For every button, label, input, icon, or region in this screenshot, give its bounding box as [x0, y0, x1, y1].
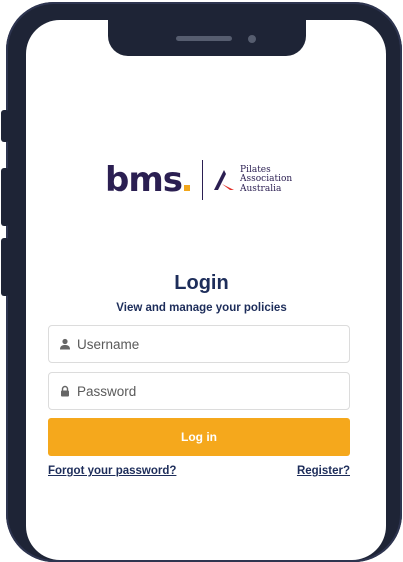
phone-side-button: [1, 168, 9, 226]
username-input[interactable]: [77, 336, 327, 352]
speaker-grille: [176, 36, 232, 41]
page-subtitle: View and manage your policies: [116, 302, 287, 314]
logo-divider: [202, 160, 204, 200]
brand-logos: bms Pilates Association Australia: [105, 158, 292, 202]
username-field[interactable]: [48, 325, 350, 363]
page-title: Login: [174, 272, 229, 294]
password-field[interactable]: [48, 372, 350, 410]
password-input[interactable]: [77, 383, 327, 399]
login-button[interactable]: Log in: [48, 418, 350, 456]
lock-icon: [61, 385, 69, 397]
forgot-password-link[interactable]: Forgot your password?: [48, 465, 176, 477]
pilates-association-icon: [214, 170, 235, 190]
phone-side-button: [1, 110, 9, 142]
front-camera: [248, 35, 256, 43]
partner-logo-text: Pilates Association Australia: [240, 164, 293, 194]
register-link[interactable]: Register?: [297, 465, 350, 477]
bms-logo: bms: [105, 163, 191, 197]
user-icon: [60, 338, 70, 350]
